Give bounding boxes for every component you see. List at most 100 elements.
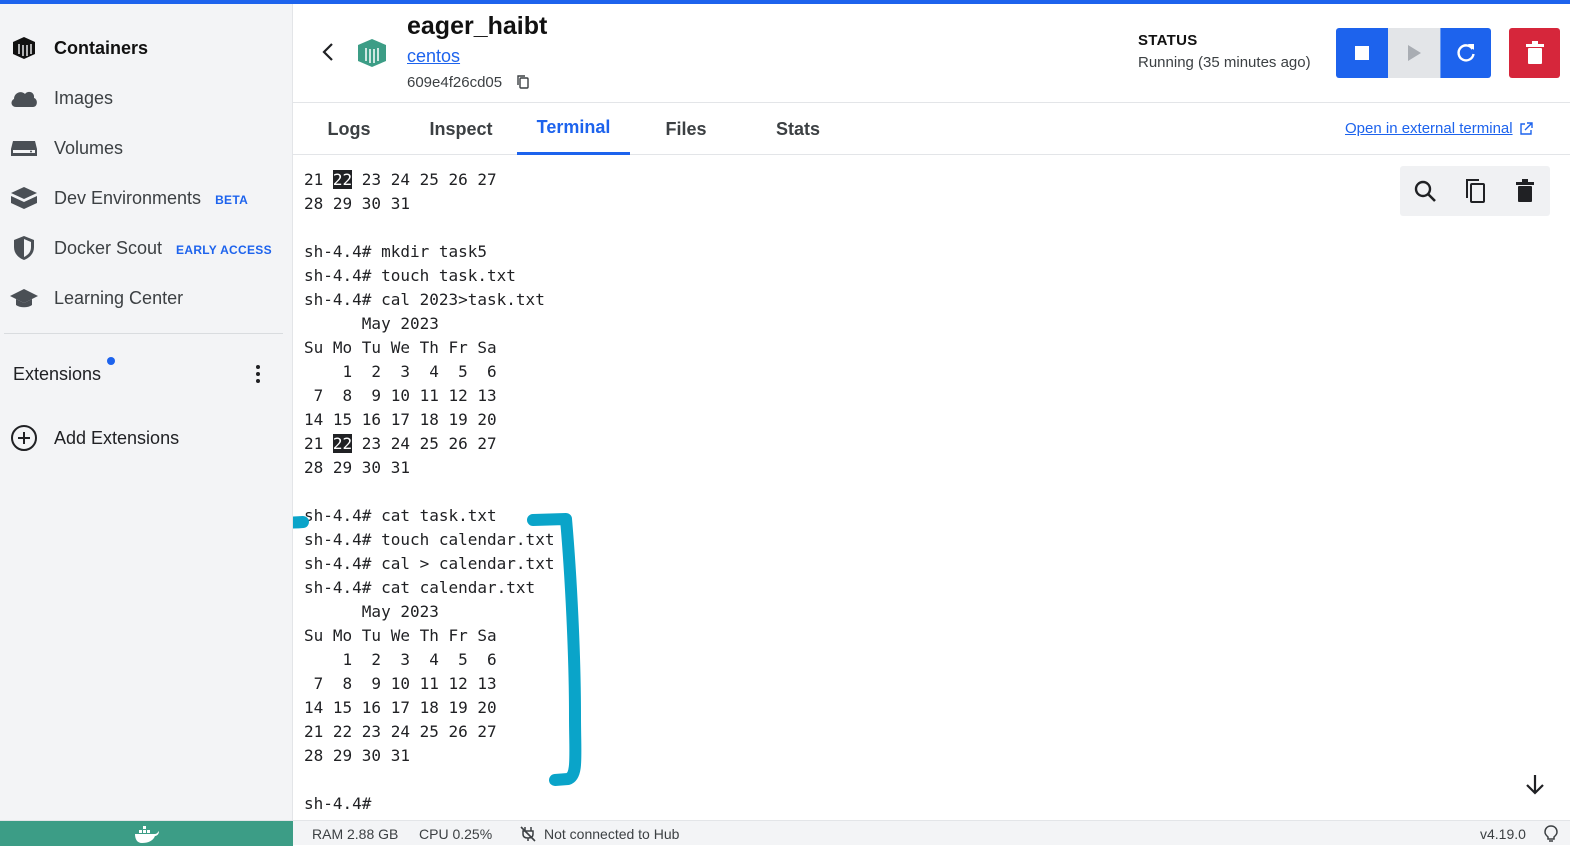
sidebar-item-label: Volumes <box>54 137 124 158</box>
tab-inspect[interactable]: Inspect <box>405 103 517 155</box>
beta-badge: BETA <box>215 192 249 207</box>
terminal-text: sh-4.4# cat calendar.txt <box>304 578 536 597</box>
dev-env-icon <box>8 182 40 214</box>
terminal-line: sh-4.4# cal > calendar.txt <box>304 552 554 576</box>
docker-whale-button[interactable] <box>0 821 293 846</box>
terminal-text: May 2023 <box>304 314 439 333</box>
search-button[interactable] <box>1410 176 1440 206</box>
terminal-text: Su Mo Tu We Th Fr Sa <box>304 626 497 645</box>
terminal-text: sh-4.4# cal 2023>task.txt <box>304 290 545 309</box>
ram-usage: RAM 2.88 GB <box>312 826 399 842</box>
arrow-down-icon <box>1526 775 1544 795</box>
terminal-text: sh-4.4# cal > calendar.txt <box>304 554 555 573</box>
sidebar-item-label: Docker Scout EARLY ACCESS <box>54 237 272 258</box>
tab-files[interactable]: Files <box>630 103 742 155</box>
status-title: STATUS <box>1138 32 1198 49</box>
volume-icon <box>8 132 40 164</box>
trash-icon <box>1525 41 1544 64</box>
highlighted-date: 22 <box>332 434 353 453</box>
terminal-line: 28 29 30 31 <box>304 192 554 216</box>
terminal-line: 1 2 3 4 5 6 <box>304 648 554 672</box>
open-external-terminal-link[interactable]: Open in external terminal <box>1345 120 1533 137</box>
sidebar-item-label: Containers <box>54 37 149 58</box>
graduation-cap-icon <box>8 282 40 314</box>
terminal-text: 28 29 30 31 <box>304 194 410 213</box>
terminal-line: sh-4.4# <box>304 792 554 816</box>
extensions-notification-dot <box>107 357 115 365</box>
tab-stats[interactable]: Stats <box>742 103 854 155</box>
extensions-label: Extensions <box>13 364 102 384</box>
terminal-text: sh-4.4# cat task.txt <box>304 506 497 525</box>
sidebar-item-label: Learning Center <box>54 287 184 308</box>
terminal-text: 7 8 9 10 11 12 13 <box>304 386 497 405</box>
terminal-line: 14 15 16 17 18 19 20 <box>304 408 554 432</box>
sidebar-item-containers[interactable]: Containers <box>0 25 293 71</box>
terminal-text: 14 15 16 17 18 19 20 <box>304 410 497 429</box>
terminal-line: 28 29 30 31 <box>304 456 554 480</box>
terminal-text: 21 22 23 24 25 26 27 <box>304 722 497 741</box>
add-extensions-button[interactable]: Add Extensions <box>0 418 293 458</box>
plus-circle-icon <box>9 423 39 458</box>
terminal-line: 14 15 16 17 18 19 20 <box>304 696 554 720</box>
terminal-text: May 2023 <box>304 602 439 621</box>
terminal-line: sh-4.4# touch task.txt <box>304 264 554 288</box>
external-link-icon <box>1519 121 1533 135</box>
tab-logs[interactable]: Logs <box>293 103 405 155</box>
restart-icon <box>1457 44 1475 62</box>
terminal-line: 7 8 9 10 11 12 13 <box>304 672 554 696</box>
restart-button[interactable] <box>1440 28 1491 78</box>
tab-terminal[interactable]: Terminal <box>517 103 630 155</box>
play-icon <box>1408 45 1421 61</box>
docker-whale-icon <box>134 825 159 843</box>
terminal-text: 14 15 16 17 18 19 20 <box>304 698 497 717</box>
container-header: eager_haibt centos 609e4f26cd05 STATUS R… <box>293 4 1570 103</box>
copy-icon[interactable] <box>515 74 531 90</box>
trash-icon <box>1516 179 1534 202</box>
plug-disconnected-icon <box>520 826 536 842</box>
terminal-text: 7 8 9 10 11 12 13 <box>304 674 497 693</box>
terminal-text: Su Mo Tu We Th Fr Sa <box>304 338 497 357</box>
terminal-output[interactable]: 21 22 23 24 25 26 27 28 29 30 31 sh-4.4# m… <box>304 168 554 816</box>
terminal-line: 21 22 23 24 25 26 27 <box>304 720 554 744</box>
copy-terminal-button[interactable] <box>1460 176 1490 206</box>
image-link[interactable]: centos <box>407 46 460 67</box>
terminal-panel[interactable]: 21 22 23 24 25 26 27 28 29 30 31 sh-4.4# m… <box>293 156 1570 819</box>
terminal-line: 21 22 23 24 25 26 27 <box>304 432 554 456</box>
open-external-terminal-label: Open in external terminal <box>1345 120 1513 137</box>
sidebar-item-label: Images <box>54 87 114 108</box>
sidebar-item-volumes[interactable]: Volumes <box>0 125 293 171</box>
stop-button[interactable] <box>1336 28 1388 78</box>
lightbulb-icon[interactable] <box>1542 825 1560 846</box>
hub-status: Not connected to Hub <box>520 826 679 842</box>
terminal-text: sh-4.4# mkdir task5 <box>304 242 488 261</box>
terminal-text: sh-4.4# touch task.txt <box>304 266 516 285</box>
terminal-line: Su Mo Tu We Th Fr Sa <box>304 336 554 360</box>
clear-terminal-button[interactable] <box>1510 176 1540 206</box>
terminal-text: 1 2 3 4 5 6 <box>304 362 497 381</box>
terminal-line: sh-4.4# cat calendar.txt <box>304 576 554 600</box>
terminal-line: sh-4.4# cat task.txt <box>304 504 554 528</box>
terminal-text: 28 29 30 31 <box>304 458 410 477</box>
terminal-text: sh-4.4# <box>304 794 382 813</box>
tab-bar: Logs Inspect Terminal Files Stats Open i… <box>293 103 1570 155</box>
start-button[interactable] <box>1388 28 1440 78</box>
back-button[interactable] <box>315 38 343 66</box>
extensions-more-icon[interactable] <box>248 360 268 388</box>
status-value: Running (35 minutes ago) <box>1138 54 1311 71</box>
container-id: 609e4f26cd05 <box>407 74 503 91</box>
terminal-line: May 2023 <box>304 312 554 336</box>
containers-icon <box>8 32 40 64</box>
status-bar: RAM 2.88 GB CPU 0.25% Not connected to H… <box>0 820 1570 846</box>
terminal-line: sh-4.4# mkdir task5 <box>304 240 554 264</box>
add-extensions-label: Add Extensions <box>54 428 180 448</box>
sidebar-item-dev-environments[interactable]: Dev Environments BETA <box>0 175 293 221</box>
scroll-to-bottom-button[interactable] <box>1521 770 1549 798</box>
sidebar-item-learning-center[interactable]: Learning Center <box>0 275 293 321</box>
terminal-line: Su Mo Tu We Th Fr Sa <box>304 624 554 648</box>
sidebar-item-images[interactable]: Images <box>0 75 293 121</box>
sidebar-item-docker-scout[interactable]: Docker Scout EARLY ACCESS <box>0 225 293 271</box>
delete-button[interactable] <box>1509 28 1560 78</box>
terminal-text: 28 29 30 31 <box>304 746 410 765</box>
sidebar: Containers Images Volumes Dev Environmen… <box>0 4 293 820</box>
